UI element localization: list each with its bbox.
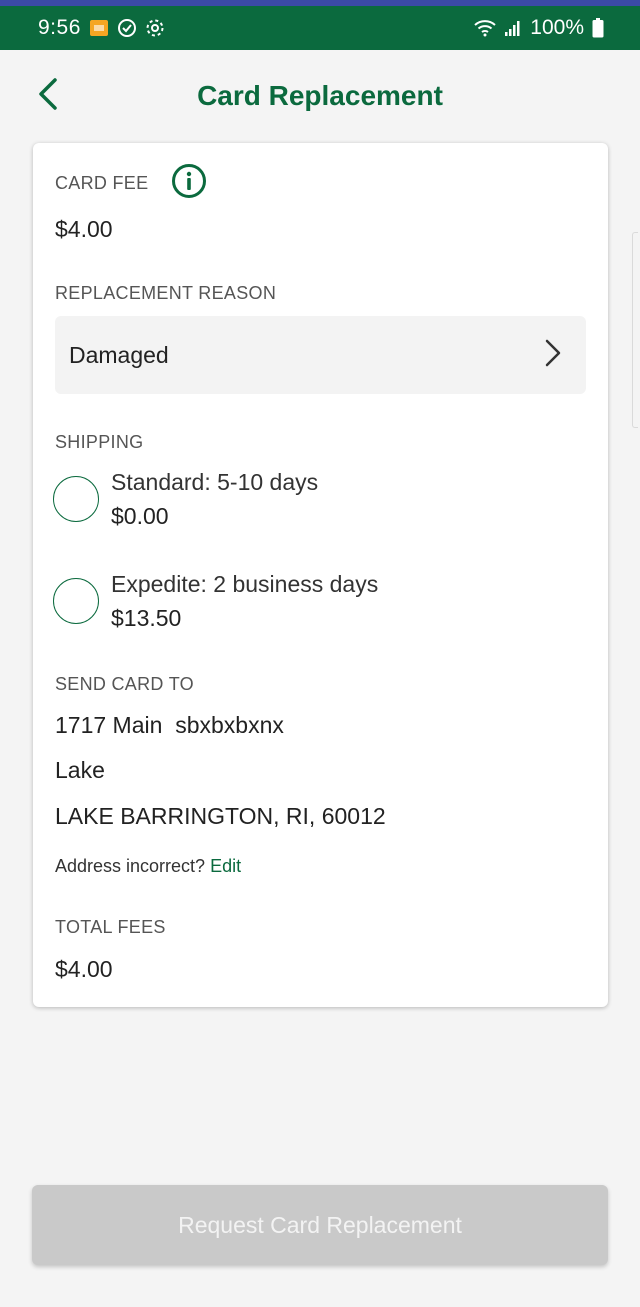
status-right: 100% — [474, 16, 604, 40]
card-fee-value: $4.00 — [55, 216, 113, 242]
shipping-expedite-text: Expedite: 2 business days $13.50 — [111, 567, 378, 635]
shipping-expedite-price: $13.50 — [111, 605, 182, 631]
replacement-details-card: CARD FEE $4.00 REPLACEMENT REASON Damage… — [33, 143, 608, 1007]
address-incorrect-text: Address incorrect? — [55, 856, 206, 876]
battery-icon — [592, 18, 604, 38]
settings-icon — [145, 18, 165, 38]
total-fees-label: TOTAL FEES — [55, 917, 166, 937]
chevron-right-icon — [544, 338, 562, 373]
address-line-1: 1717 Main sbxbxbxnx — [55, 712, 284, 738]
shipping-option-standard[interactable]: Standard: 5-10 days $0.00 — [53, 466, 573, 532]
sync-icon — [117, 18, 137, 38]
shipping-label: SHIPPING — [55, 432, 144, 452]
info-icon — [171, 163, 207, 204]
replacement-reason-label: REPLACEMENT REASON — [55, 283, 277, 303]
shipping-option-expedite[interactable]: Expedite: 2 business days $13.50 — [53, 568, 573, 634]
status-left: 9:56 — [38, 16, 165, 40]
app-header: Card Replacement — [0, 50, 640, 142]
card-fee-label: CARD FEE — [55, 173, 149, 193]
status-time: 9:56 — [38, 16, 81, 39]
edit-address-link[interactable]: Edit — [210, 856, 241, 876]
wifi-icon — [474, 19, 496, 37]
replacement-reason-value: Damaged — [69, 341, 169, 368]
status-bar: 9:56 100% — [0, 6, 640, 50]
shipping-standard-price: $0.00 — [111, 503, 169, 529]
notification-app-icon — [89, 19, 109, 37]
shipping-standard-radio[interactable] — [53, 476, 99, 522]
address-line-2: Lake — [55, 757, 105, 783]
scroll-indicator — [632, 232, 638, 428]
chevron-left-icon — [35, 77, 61, 116]
card-fee-info-button[interactable] — [171, 163, 207, 204]
shipping-expedite-name: Expedite: 2 business days — [111, 571, 379, 597]
address-line-3: LAKE BARRINGTON, RI, 60012 — [55, 803, 386, 829]
shipping-standard-name: Standard: 5-10 days — [111, 469, 319, 495]
back-button[interactable] — [26, 74, 70, 118]
replacement-reason-select[interactable]: Damaged — [55, 316, 586, 394]
address-incorrect-note: Address incorrect? Edit — [55, 856, 241, 877]
shipping-expedite-radio[interactable] — [53, 578, 99, 624]
total-fees-value: $4.00 — [55, 956, 113, 982]
signal-icon — [504, 19, 522, 37]
request-card-replacement-button[interactable]: Request Card Replacement — [32, 1185, 608, 1265]
page-title: Card Replacement — [197, 80, 443, 111]
shipping-standard-text: Standard: 5-10 days $0.00 — [111, 465, 318, 533]
send-card-to-label: SEND CARD TO — [55, 674, 194, 694]
battery-percent: 100% — [530, 16, 584, 39]
